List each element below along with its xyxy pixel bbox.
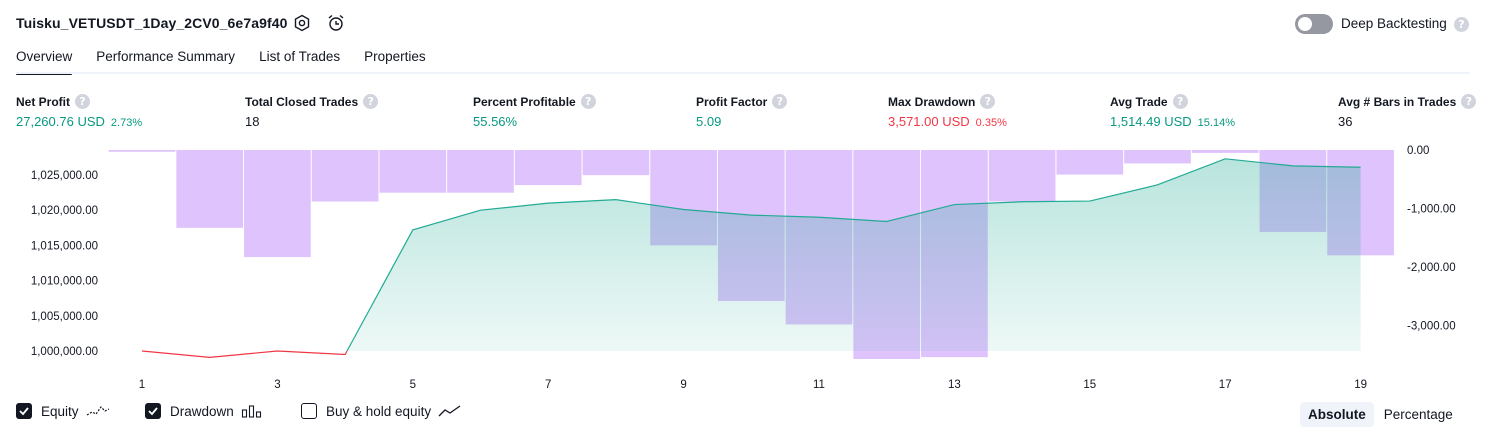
tab-bar: Overview Performance Summary List of Tra… xyxy=(16,49,450,75)
tab-performance-summary[interactable]: Performance Summary xyxy=(96,49,235,74)
x-axis-tick-label: 19 xyxy=(1354,379,1367,391)
metric-avg-bars-in-trades: Avg # Bars in Trades? 36 xyxy=(1338,94,1477,129)
add-alert-icon[interactable] xyxy=(326,13,346,33)
right-axis-tick-label: 0.00 xyxy=(1407,145,1429,157)
gear-icon xyxy=(294,14,310,32)
drawdown-bar xyxy=(311,150,379,202)
bar-chart-icon xyxy=(241,405,261,418)
settings-icon[interactable] xyxy=(292,13,312,33)
drawdown-bar xyxy=(1056,150,1124,175)
metric-value: 3,571.00 USD xyxy=(888,114,970,129)
equity-line-negative xyxy=(141,350,348,358)
drawdown-checkbox[interactable] xyxy=(145,403,161,419)
right-axis-tick-label: -2,000.00 xyxy=(1407,262,1456,274)
drawdown-bar xyxy=(379,150,447,193)
metric-max-drawdown: Max Drawdown? 3,571.00 USD 0.35% xyxy=(888,94,1007,129)
info-icon[interactable]: ? xyxy=(1461,94,1477,109)
x-axis-tick-label: 5 xyxy=(410,379,416,391)
metric-label: Max Drawdown xyxy=(888,94,976,109)
checkmark-icon xyxy=(19,407,29,416)
buy-hold-legend-label: Buy & hold equity xyxy=(326,403,432,419)
equity-checkbox[interactable] xyxy=(16,403,32,419)
metric-value: 27,260.76 USD xyxy=(16,114,105,129)
tab-overview[interactable]: Overview xyxy=(16,49,73,75)
drawdown-bar xyxy=(582,150,650,176)
tab-properties[interactable]: Properties xyxy=(364,49,426,74)
equity-legend-label: Equity xyxy=(41,403,79,419)
metric-profit-factor: Profit Factor? 5.09 xyxy=(696,94,788,129)
drawdown-bar xyxy=(244,150,311,258)
left-axis-tick-label: 1,020,000.00 xyxy=(31,205,98,217)
drawdown-bar xyxy=(1191,150,1259,153)
tab-list-of-trades[interactable]: List of Trades xyxy=(259,49,340,74)
x-axis-tick-label: 1 xyxy=(139,379,145,391)
info-icon[interactable]: ? xyxy=(580,94,596,109)
buy-hold-checkbox[interactable] xyxy=(301,403,317,419)
drawdown-bar xyxy=(176,150,244,228)
drawdown-bar xyxy=(108,150,176,152)
drawdown-bar xyxy=(1124,150,1191,164)
info-icon[interactable]: ? xyxy=(75,94,90,109)
metric-percent: 15.14% xyxy=(1197,117,1235,129)
info-icon[interactable]: ? xyxy=(772,94,788,109)
equity-line-icon xyxy=(86,406,109,416)
drawdown-legend-label: Drawdown xyxy=(170,403,234,419)
view-mode-toggle: Absolute Percentage xyxy=(1300,400,1461,428)
metric-total-closed-trades: Total Closed Trades? 18 xyxy=(245,94,379,129)
right-axis-tick-label: -1,000.00 xyxy=(1407,204,1456,216)
metric-label: Net Profit xyxy=(16,94,70,109)
metric-net-profit: Net Profit? 27,260.76 USD 2.73% xyxy=(16,94,142,129)
x-axis-tick-label: 15 xyxy=(1083,379,1096,391)
tab-divider xyxy=(16,72,1470,74)
deep-backtesting-help-icon[interactable]: ? xyxy=(1454,17,1469,32)
absolute-button[interactable]: Absolute xyxy=(1300,401,1374,427)
metric-label: Percent Profitable xyxy=(473,94,576,109)
legend-drawdown[interactable]: Drawdown xyxy=(145,403,263,419)
left-axis-tick-label: 1,015,000.00 xyxy=(31,240,98,252)
metric-value: 18 xyxy=(245,114,260,129)
metric-label: Avg # Bars in Trades xyxy=(1338,94,1457,109)
alarm-clock-icon xyxy=(328,14,344,31)
drawdown-bar xyxy=(447,150,514,193)
deep-backtesting-label: Deep Backtesting xyxy=(1341,16,1447,31)
metric-percent: 2.73% xyxy=(110,117,143,129)
metric-label: Total Closed Trades xyxy=(245,94,359,109)
metric-percent-profitable: Percent Profitable? 55.56% xyxy=(473,94,596,129)
legend-equity[interactable]: Equity xyxy=(16,403,110,419)
drawdown-bar xyxy=(988,150,1056,202)
left-axis-tick-label: 1,010,000.00 xyxy=(31,276,98,288)
equity-drawdown-chart: 1,025,000.00 1,020,000.00 1,015,000.00 1,01… xyxy=(31,145,1456,391)
deep-backtesting-toggle[interactable] xyxy=(1295,14,1333,34)
metric-label: Profit Factor xyxy=(696,94,768,109)
legend-buy-hold[interactable]: Buy & hold equity xyxy=(301,403,462,419)
right-axis-tick-label: -3,000.00 xyxy=(1407,321,1456,333)
metric-value: 55.56% xyxy=(473,114,518,129)
metric-label: Avg Trade xyxy=(1110,94,1168,109)
percentage-button[interactable]: Percentage xyxy=(1376,402,1461,427)
x-axis-tick-label: 17 xyxy=(1219,379,1232,391)
x-axis-tick-label: 3 xyxy=(274,379,280,391)
info-icon[interactable]: ? xyxy=(1172,94,1188,109)
left-axis-tick-label: 1,025,000.00 xyxy=(31,170,98,182)
trend-line-icon xyxy=(438,405,461,417)
metric-avg-trade: Avg Trade? 1,514.49 USD 15.14% xyxy=(1110,94,1235,129)
left-axis-tick-label: 1,000,000.00 xyxy=(31,346,98,358)
checkmark-icon xyxy=(148,407,158,416)
metric-percent: 0.35% xyxy=(975,117,1007,129)
x-axis-tick-label: 13 xyxy=(948,379,961,391)
metric-value: 1,514.49 USD xyxy=(1110,114,1192,129)
info-icon[interactable]: ? xyxy=(980,94,996,109)
info-icon[interactable]: ? xyxy=(363,94,379,109)
metric-value: 5.09 xyxy=(696,114,722,129)
x-axis-tick-label: 9 xyxy=(680,379,686,391)
metric-value: 36 xyxy=(1338,114,1353,129)
x-axis-tick-label: 7 xyxy=(545,379,551,391)
x-axis-tick-label: 11 xyxy=(813,379,825,391)
drawdown-bar xyxy=(514,150,582,186)
strategy-title: Tuisku_VETUSDT_1Day_2CV0_6e7a9f40 xyxy=(16,15,288,31)
left-axis-tick-label: 1,005,000.00 xyxy=(31,311,98,323)
